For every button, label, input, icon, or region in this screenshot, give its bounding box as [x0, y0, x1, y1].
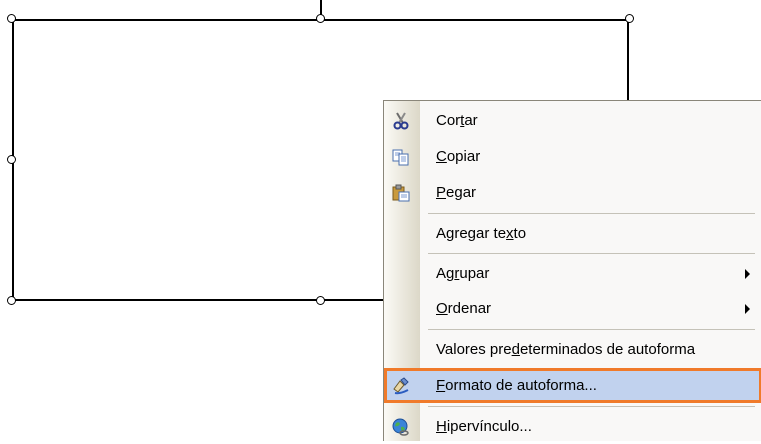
rotation-handle-stem: [320, 0, 322, 15]
copy-icon: [392, 148, 410, 166]
context-menu: Cortar Copiar Pegar Agregar texto Agrupa…: [383, 100, 761, 441]
resize-handle-top-middle[interactable]: [316, 14, 325, 23]
menu-separator: [428, 406, 755, 407]
menu-item-label: Valores predeterminados de autoforma: [436, 341, 696, 358]
menu-separator: [428, 253, 755, 254]
submenu-arrow-icon: [745, 304, 750, 314]
menu-item-label: Cortar: [436, 112, 478, 129]
menu-item-label: Agregar texto: [436, 225, 527, 242]
menu-item-label: Agrupar: [436, 265, 490, 282]
menu-item-label: Copiar: [436, 148, 481, 165]
menu-item-hyperlink[interactable]: Hipervínculo...: [384, 409, 761, 444]
paste-icon: [392, 184, 410, 202]
format-brush-icon: [392, 377, 410, 395]
resize-handle-top-right[interactable]: [625, 14, 634, 23]
resize-handle-top-left[interactable]: [7, 14, 16, 23]
menu-item-group[interactable]: Agrupar: [384, 256, 761, 291]
menu-item-paste[interactable]: Pegar: [384, 175, 761, 210]
menu-item-order[interactable]: Ordenar: [384, 291, 761, 326]
menu-separator: [428, 329, 755, 330]
menu-item-copy[interactable]: Copiar: [384, 139, 761, 174]
submenu-arrow-icon: [745, 269, 750, 279]
menu-item-label: Pegar: [436, 184, 477, 201]
menu-item-label: Formato de autoforma...: [436, 377, 597, 394]
resize-handle-bottom-middle[interactable]: [316, 296, 325, 305]
globe-link-icon: [392, 418, 410, 436]
resize-handle-bottom-left[interactable]: [7, 296, 16, 305]
resize-handle-middle-left[interactable]: [7, 155, 16, 164]
menu-item-label: Hipervínculo...: [436, 418, 532, 435]
menu-item-add-text[interactable]: Agregar texto: [384, 216, 761, 251]
menu-item-label: Ordenar: [436, 300, 492, 317]
menu-item-cut[interactable]: Cortar: [384, 103, 761, 138]
menu-separator: [428, 213, 755, 214]
scissors-icon: [392, 112, 410, 130]
menu-item-autoshape-defaults[interactable]: Valores predeterminados de autoforma: [384, 332, 761, 367]
menu-item-format-autoshape[interactable]: Formato de autoforma...: [384, 368, 761, 403]
